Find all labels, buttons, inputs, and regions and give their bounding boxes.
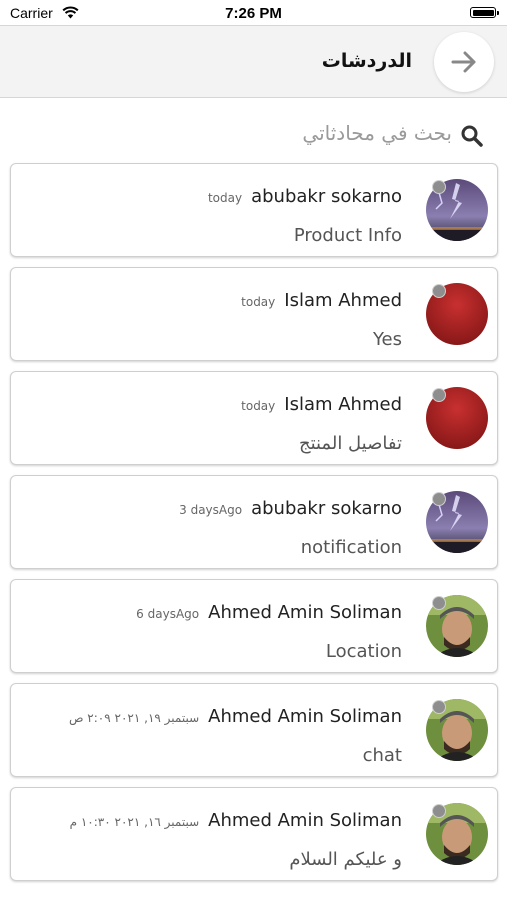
chat-header-line: today Islam Ahmed <box>241 290 402 311</box>
status-dot <box>432 284 446 298</box>
chat-last-message: Product Info <box>293 225 402 246</box>
status-dot <box>432 804 446 818</box>
status-dot <box>432 180 446 194</box>
page-title: الدردشات <box>321 50 412 72</box>
chat-name: Ahmed Amin Soliman <box>208 706 402 727</box>
chat-header-line: سبتمبر ١٩, ٢٠٢١ ٢:٠٩ ص Ahmed Amin Soliman <box>69 706 402 727</box>
chat-header-line: today abubakr sokarno <box>208 186 402 207</box>
chat-list-item[interactable]: today Islam Ahmed تفاصيل المنتج <box>10 371 498 465</box>
chat-time: today <box>207 191 243 205</box>
chat-header-line: today Islam Ahmed <box>241 394 402 415</box>
chat-last-message: Location <box>325 641 402 662</box>
chat-list-item[interactable]: 3 daysAgo abubakr sokarno notification <box>10 475 498 569</box>
chat-time: today <box>241 399 276 413</box>
status-dot <box>432 596 446 610</box>
chat-name: Islam Ahmed <box>284 290 402 311</box>
status-time: 7:26 PM <box>225 5 282 22</box>
chat-name: abubakr sokarno <box>251 498 402 519</box>
status-dot <box>432 388 446 402</box>
chat-header-line: سبتمبر ١٦, ٢٠٢١ ١٠:٣٠ م Ahmed Amin Solima… <box>70 810 402 831</box>
chat-time: سبتمبر ١٦, ٢٠٢١ ١٠:٣٠ م <box>69 815 200 829</box>
chat-list-item[interactable]: سبتمبر ١٦, ٢٠٢١ ١٠:٣٠ م Ahmed Amin Solima… <box>10 787 498 881</box>
status-bar: Carrier 7:26 PM <box>0 0 507 26</box>
search-input[interactable] <box>72 118 452 148</box>
chat-list-item[interactable]: today abubakr sokarno Product Info <box>10 163 498 257</box>
chat-last-message: notification <box>300 537 402 558</box>
chat-last-message: Yes <box>372 329 402 350</box>
chat-header-line: 3 daysAgo abubakr sokarno <box>179 498 402 519</box>
chat-list-item[interactable]: today Islam Ahmed Yes <box>10 267 498 361</box>
battery-icon <box>470 7 499 18</box>
arrow-right-icon <box>451 51 476 73</box>
chat-name: Ahmed Amin Soliman <box>208 602 402 623</box>
chat-time: سبتمبر ١٩, ٢٠٢١ ٢:٠٩ ص <box>68 711 200 725</box>
search-bar <box>0 114 507 154</box>
chat-last-message: و عليكم السلام <box>289 849 402 870</box>
back-button[interactable] <box>434 32 494 92</box>
search-icon[interactable] <box>460 124 484 148</box>
chat-list-item[interactable]: 6 daysAgo Ahmed Amin Soliman Location <box>10 579 498 673</box>
chat-last-message: chat <box>362 745 402 766</box>
chat-list: today abubakr sokarno Product Info today Isl… <box>10 163 498 891</box>
chat-time: 3 daysAgo <box>179 503 243 517</box>
chat-header-line: 6 daysAgo Ahmed Amin Soliman <box>136 602 402 623</box>
status-dot <box>432 492 446 506</box>
status-dot <box>432 700 446 714</box>
chat-last-message: تفاصيل المنتج <box>298 433 402 454</box>
chat-list-item[interactable]: سبتمبر ١٩, ٢٠٢١ ٢:٠٩ ص Ahmed Amin Soliman… <box>10 683 498 777</box>
chat-name: Islam Ahmed <box>284 394 402 415</box>
nav-header: الدردشات <box>0 25 507 98</box>
chat-time: today <box>241 295 276 309</box>
chat-name: abubakr sokarno <box>251 186 402 207</box>
chat-name: Ahmed Amin Soliman <box>208 810 402 831</box>
chat-time: 6 daysAgo <box>136 607 200 621</box>
